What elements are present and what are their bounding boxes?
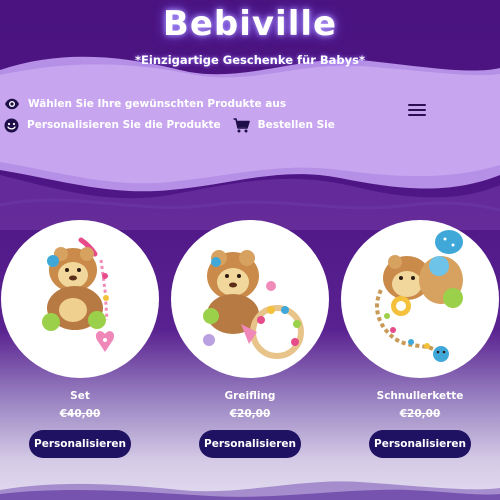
product-card: Greifling €20,00 Personalisieren (170, 220, 330, 458)
product-name[interactable]: Schnullerkette (340, 390, 500, 404)
product-card: Schnullerkette €20,00 Personalisieren (340, 220, 500, 458)
hamburger-bar (408, 104, 426, 106)
footer-wave-background (0, 481, 500, 500)
nav-item-select-products[interactable]: Wählen Sie Ihre gewünschten Produkte aus (4, 98, 286, 110)
nav-item-personalize[interactable]: Personalisieren Sie die Produkte (4, 118, 221, 133)
product-image-link[interactable] (171, 220, 329, 378)
product-name[interactable]: Greifling (170, 390, 330, 404)
lion-plush-set-image (42, 237, 115, 352)
product-price: €40,00 (59, 408, 101, 420)
smile-icon (4, 118, 19, 132)
tagline: *Einzigartige Geschenke für Babys* (135, 53, 365, 67)
product-image-link[interactable] (341, 220, 499, 378)
product-price: €20,00 (229, 408, 271, 420)
nav-item-label: Bestellen Sie (257, 119, 335, 131)
personalize-button[interactable]: Personalisieren (369, 430, 471, 458)
nav-item-label: Personalisieren Sie die Produkte (27, 119, 221, 131)
nav-item-label: Wählen Sie Ihre gewünschten Produkte aus (28, 98, 287, 110)
eye-icon (5, 98, 19, 110)
personalize-button[interactable]: Personalisieren (199, 430, 301, 458)
hamburger-menu-icon[interactable] (408, 104, 426, 120)
nav-row-2: Personalisieren Sie die Produkte Bestell… (4, 115, 404, 135)
nav-row-1: Wählen Sie Ihre gewünschten Produkte aus (4, 94, 404, 114)
lion-plush-pacifier-chain-image (375, 230, 463, 362)
cart-icon (233, 117, 250, 132)
hamburger-bar (408, 114, 426, 116)
steps-navigation: Wählen Sie Ihre gewünschten Produkte aus… (4, 94, 404, 136)
product-card: Set €40,00 Personalisieren (0, 220, 160, 458)
product-image-link[interactable] (1, 220, 159, 378)
product-price: €20,00 (399, 408, 441, 420)
hamburger-bar (408, 109, 426, 111)
personalize-button[interactable]: Personalisieren (29, 430, 131, 458)
brand-logo[interactable]: Bebiville (0, 4, 500, 44)
product-name[interactable]: Set (0, 390, 160, 404)
product-grid: Set €40,00 Personalisieren Greifling €20… (0, 220, 500, 500)
lion-plush-rattle-image (203, 250, 304, 359)
nav-item-order[interactable]: Bestellen Sie (233, 117, 335, 133)
